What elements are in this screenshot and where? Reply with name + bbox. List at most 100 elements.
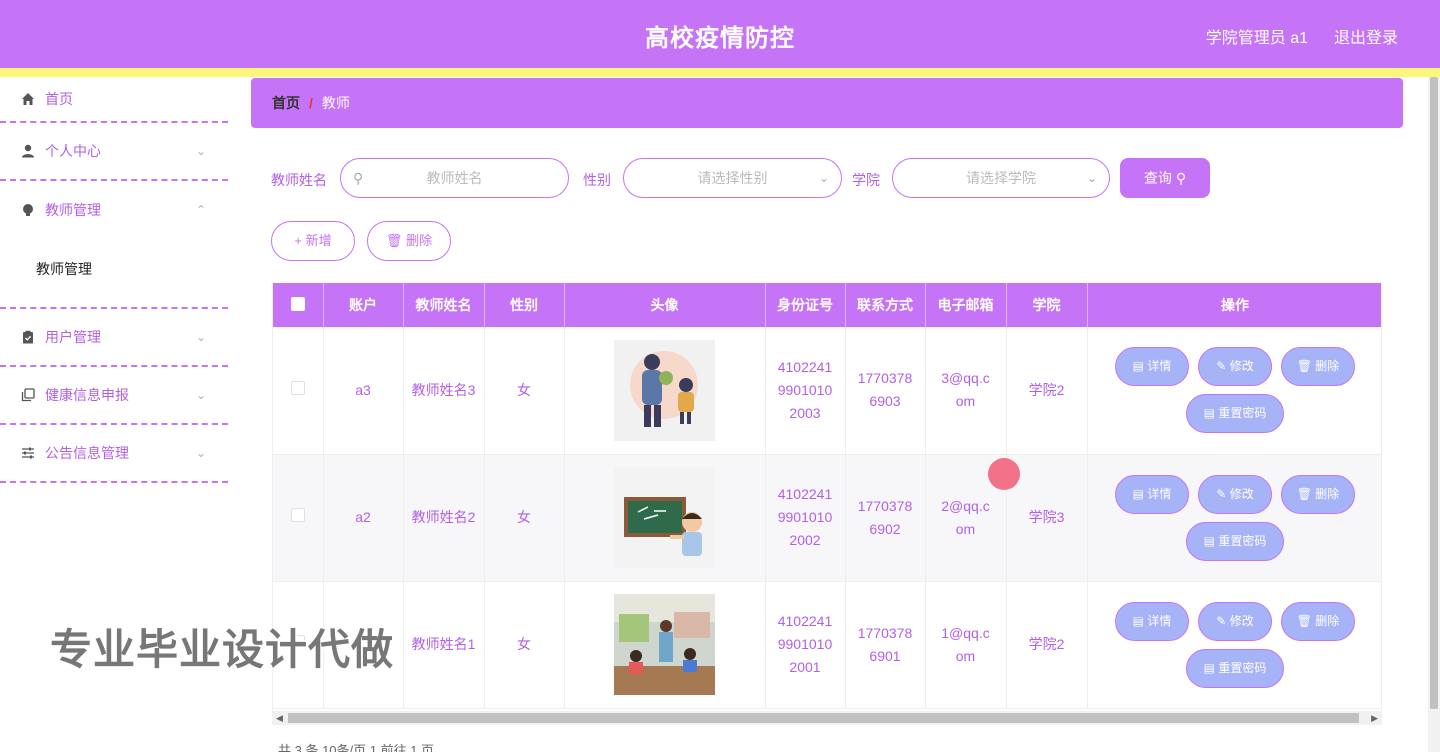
submenu-teacher: 教师管理 [0,239,228,309]
college-select[interactable]: 请选择学院 ⌄ [892,158,1110,198]
sidebar-item-label: 个人中心 [45,143,101,159]
chevron-up-icon: ⌃ [195,203,206,217]
header-accent-bar [0,68,1440,77]
sidebar-item-label: 首页 [45,91,73,107]
cell-id-card: 410224199010102003 [765,327,846,455]
chevron-down-icon: ⌄ [195,388,206,402]
avatar[interactable] [614,594,715,695]
row-checkbox[interactable] [290,380,305,395]
cell-name: 教师姓名1 [403,581,485,709]
scroll-right-icon[interactable]: ▶ [1371,711,1378,725]
logout-link[interactable]: 退出登录 [1334,24,1398,48]
cell-name: 教师姓名3 [403,327,485,455]
detail-button[interactable]: ▤ 详情 [1115,601,1189,641]
sidebar-item-users[interactable]: 用户管理 ⌄ [0,309,228,367]
cell-account: a2 [323,454,404,582]
reset-password-button[interactable]: ▤ 重置密码 [1186,521,1284,561]
college-label: 学院 [852,172,880,188]
query-button[interactable]: 查询 ⚲ [1120,158,1210,198]
name-search-input[interactable]: ⚲ 教师姓名 [340,158,569,198]
bulb-icon [20,202,36,218]
batch-delete-button[interactable]: 🗑 删除 [367,221,451,261]
top-header: 高校疫情防控 学院管理员 a1 退出登录 [0,0,1440,68]
breadcrumb: 首页 / 教师 [251,78,1403,128]
cell-actions: ▤ 详情 ✎ 修改 🗑 删除 ▤ 重置密码 [1087,454,1381,582]
edit-button[interactable]: ✎ 修改 [1198,474,1272,514]
cell-phone: 17703786901 [845,581,926,709]
column-header[interactable]: 性别 [484,283,565,327]
avatar[interactable] [614,339,715,441]
sidebar-item-health[interactable]: 健康信息申报 ⌄ [0,367,228,425]
column-header[interactable]: 账户 [323,283,404,327]
main-content: 首页 / 教师 教师姓名 ⚲ 教师姓名 性别 请选择性别 ⌄ 学院 请选择学院 … [228,77,1440,752]
scrollbar-thumb[interactable] [1430,77,1438,709]
sidebar-item-label: 教师管理 [45,202,101,218]
search-icon: ⚲ [1175,170,1187,186]
delete-button[interactable]: 🗑 删除 [1281,601,1355,641]
column-header[interactable]: 学院 [1006,283,1088,327]
person-icon [20,143,36,159]
sidebar-item-personal[interactable]: 个人中心 ⌄ [0,123,228,181]
avatar[interactable] [614,467,715,568]
sidebar-item-notice[interactable]: 公告信息管理 ⌄ [0,425,228,483]
reset-password-button[interactable]: ▤ 重置密码 [1186,394,1284,434]
cell-account: a3 [323,327,404,455]
add-button[interactable]: + 新增 [271,221,355,261]
gender-label: 性别 [583,172,611,188]
cell-phone: 17703786903 [845,327,926,455]
column-header[interactable]: 身份证号 [765,283,846,327]
breadcrumb-current: 教师 [321,95,350,111]
sidebar-item-home[interactable]: 首页 [0,77,228,123]
cell-gender: 女 [484,454,565,582]
sidebar-item-label: 公告信息管理 [45,445,129,461]
cell-email: 3@qq.com [925,327,1007,455]
chevron-down-icon: ⌄ [1086,171,1097,185]
cell-college: 学院2 [1006,327,1088,455]
trash-icon: 🗑 [385,233,403,248]
edit-button[interactable]: ✎ 修改 [1198,601,1272,641]
cursor-highlight [988,458,1020,490]
column-header[interactable]: 教师姓名 [403,283,485,327]
breadcrumb-separator: / [309,95,313,111]
vertical-scrollbar[interactable] [1428,77,1440,752]
cell-id-card: 410224199010102001 [765,581,846,709]
home-icon [20,91,36,107]
scroll-left-icon[interactable]: ◀ [276,711,283,725]
detail-button[interactable]: ▤ 详情 [1115,347,1189,387]
delete-button[interactable]: 🗑 删除 [1281,474,1355,514]
cell-actions: ▤ 详情 ✎ 修改 🗑 删除 ▤ 重置密码 [1087,581,1381,709]
cell-avatar [564,327,766,455]
row-checkbox[interactable] [290,508,305,522]
cell-avatar [564,581,766,709]
reset-password-button[interactable]: ▤ 重置密码 [1186,648,1284,688]
pagination[interactable]: 共 3 条 10条/页 1 前往 1 页 [278,740,434,752]
watermark: 专业毕业设计代做 [50,626,395,673]
name-label: 教师姓名 [271,172,327,188]
column-header[interactable]: 联系方式 [845,283,926,327]
cell-gender: 女 [484,581,565,709]
chevron-down-icon: ⌄ [195,144,206,158]
detail-button[interactable]: ▤ 详情 [1115,474,1189,514]
cell-name: 教师姓名2 [403,454,485,582]
teacher-table: 账户 教师姓名 性别 头像 身份证号 联系方式 电子邮箱 学院 操作 a3 教师… [272,283,1382,718]
submenu-item-teacher-manage[interactable]: 教师管理 [0,239,228,287]
select-all-header [273,283,324,327]
scrollbar-thumb[interactable] [288,713,1359,723]
horizontal-scrollbar[interactable]: ◀ ▶ [272,711,1382,725]
sidebar-item-teacher[interactable]: 教师管理 ⌃ [0,181,228,239]
chevron-down-icon: ⌄ [195,330,206,344]
column-header[interactable]: 电子邮箱 [925,283,1007,327]
gender-select[interactable]: 请选择性别 ⌄ [623,158,842,198]
cell-gender: 女 [484,327,565,455]
table-header: 账户 教师姓名 性别 头像 身份证号 联系方式 电子邮箱 学院 操作 [273,283,1381,327]
edit-button[interactable]: ✎ 修改 [1198,347,1272,387]
column-header[interactable]: 头像 [564,283,766,327]
current-user: 学院管理员 a1 [1205,30,1308,47]
cell-avatar [564,454,766,582]
select-all-checkbox[interactable] [290,296,305,311]
chevron-down-icon: ⌄ [195,446,206,460]
delete-button[interactable]: 🗑 删除 [1281,347,1355,387]
search-bar: 教师姓名 ⚲ 教师姓名 性别 请选择性别 ⌄ 学院 请选择学院 ⌄ 查询 ⚲ [271,158,1271,198]
cell-actions: ▤ 详情 ✎ 修改 🗑 删除 ▤ 重置密码 [1087,327,1381,455]
breadcrumb-home[interactable]: 首页 [272,93,300,113]
